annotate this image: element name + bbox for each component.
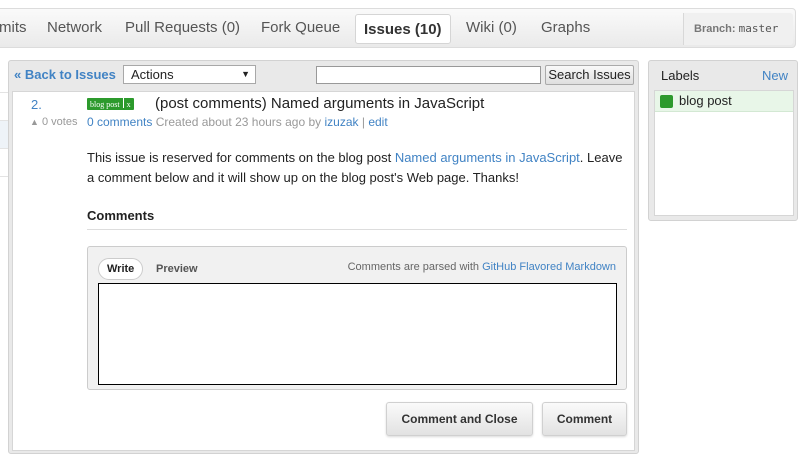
vote-count: ▲ 0 votes [30, 116, 77, 128]
tab-fork-queue[interactable]: Fork Queue [261, 9, 340, 47]
dropdown-caret-icon: ▼ [241, 69, 250, 79]
issue-body: This issue is reserved for comments on t… [87, 148, 627, 188]
label-remove-icon[interactable]: x [127, 100, 131, 109]
tab-write[interactable]: Write [98, 258, 144, 280]
tab-preview[interactable]: Preview [156, 259, 198, 279]
vote-count-label: 0 votes [41, 116, 78, 128]
labels-title: Labels [661, 68, 700, 83]
tab-issues[interactable]: Issues (10) [355, 14, 451, 44]
comment-textarea[interactable] [98, 283, 617, 385]
issue-detail: 2. ▲ 0 votes blog post x (post comments) … [12, 91, 635, 451]
upvote-icon[interactable]: ▲ [30, 117, 39, 127]
search-issues-button[interactable]: Search Issues [545, 65, 634, 85]
issue-number: 2. [31, 97, 42, 112]
label-item-label: blog post [679, 93, 732, 108]
labels-list: blog post [654, 90, 794, 216]
branch-label: Branch: [694, 23, 736, 35]
comments-count-link[interactable]: 0 comments [87, 115, 152, 129]
branch-indicator[interactable]: Branch: master [683, 13, 793, 45]
markdown-note-text: Comments are parsed with [347, 261, 480, 273]
actions-dropdown-value: Actions [131, 67, 174, 82]
branch-name: master [738, 22, 779, 35]
tab-network[interactable]: Network [47, 9, 102, 47]
meta-separator: | [361, 115, 365, 129]
back-to-issues-link[interactable]: « Back to Issues [14, 67, 116, 82]
repo-tab-bar: mits Network Pull Requests (0) Fork Queu… [0, 8, 796, 48]
issue-search-input[interactable] [316, 66, 541, 84]
comment-form: Write Preview Comments are parsed with G… [87, 246, 627, 390]
tab-commits[interactable]: mits [0, 9, 27, 47]
tab-wiki[interactable]: Wiki (0) [466, 9, 517, 47]
tab-pull-requests[interactable]: Pull Requests (0) [125, 9, 240, 47]
markdown-note: Comments are parsed with GitHub Flavored… [348, 261, 616, 273]
issue-label-tag[interactable]: blog post x [87, 98, 134, 110]
tab-graphs[interactable]: Graphs [541, 9, 590, 47]
issue-title: (post comments) Named arguments in JavaS… [155, 95, 485, 112]
markdown-help-link[interactable]: GitHub Flavored Markdown [482, 261, 616, 273]
label-color-swatch [660, 95, 673, 108]
edit-link[interactable]: edit [368, 115, 387, 129]
label-tag-name: blog post [90, 100, 120, 109]
issue-body-text: This issue is reserved for comments on t… [87, 150, 395, 165]
labels-panel: Labels New blog post [648, 60, 798, 221]
comment-and-close-button[interactable]: Comment and Close [386, 402, 533, 436]
issue-meta: 0 comments Created about 23 hours ago by… [87, 115, 388, 129]
issue-panel: « Back to Issues Actions ▼ Search Issues… [8, 60, 639, 454]
created-text: Created about 23 hours ago by [155, 115, 322, 129]
comments-heading: Comments [87, 208, 627, 230]
label-item-blog-post[interactable]: blog post [655, 91, 793, 112]
actions-dropdown[interactable]: Actions ▼ [123, 65, 256, 84]
blog-post-link[interactable]: Named arguments in JavaScript [395, 150, 580, 165]
author-link[interactable]: izuzak [325, 115, 359, 129]
comment-button[interactable]: Comment [542, 402, 627, 436]
new-label-link[interactable]: New [762, 68, 788, 83]
label-tag-divider [122, 98, 124, 108]
